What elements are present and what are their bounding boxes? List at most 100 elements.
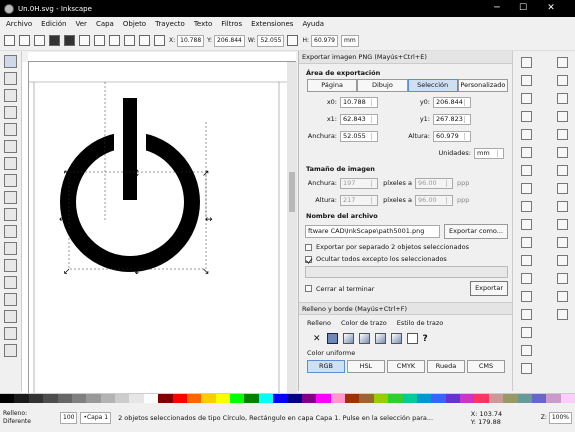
area-page-button[interactable]: Página — [307, 79, 358, 92]
bucket-tool-icon[interactable] — [4, 327, 17, 340]
raise-to-top-icon[interactable] — [109, 35, 120, 46]
pencil-tool-icon[interactable] — [4, 225, 17, 238]
flip-horizontal-icon[interactable] — [79, 35, 90, 46]
y0-field[interactable]: 206.844 — [433, 96, 471, 108]
export-icon[interactable] — [521, 147, 532, 158]
area-drawing-button[interactable]: Dibujo — [357, 79, 408, 92]
open-document-icon[interactable] — [521, 75, 532, 86]
copy-icon[interactable] — [521, 201, 532, 212]
color-mode-rgb[interactable]: RGB — [307, 360, 345, 373]
close-when-done-checkbox[interactable] — [305, 285, 312, 292]
unit-select[interactable]: mm — [341, 34, 359, 47]
zoom-tool-icon[interactable] — [4, 106, 17, 119]
snap-bbox-edge-icon[interactable] — [557, 93, 568, 104]
select-all-layers-icon[interactable] — [19, 35, 30, 46]
canvas-vertical-scrollbar[interactable] — [287, 62, 297, 400]
image-width-field[interactable]: 197 — [340, 177, 378, 189]
snap-center-icon[interactable] — [557, 237, 568, 248]
layer-select[interactable]: •Capa 1 — [80, 411, 112, 424]
snap-page-icon[interactable] — [557, 273, 568, 284]
lower-icon[interactable] — [139, 35, 150, 46]
rotate-ccw-icon[interactable] — [49, 35, 60, 46]
dpi-field[interactable]: 96.00 — [415, 177, 453, 189]
maximize-icon[interactable]: ☐ — [512, 0, 534, 17]
horizontal-ruler[interactable] — [28, 52, 296, 62]
export-panel-title[interactable]: Exportar imagen PNG (Mayús+Ctrl+E) — [299, 51, 512, 64]
rotate-cw-icon[interactable] — [64, 35, 75, 46]
area-selection-button[interactable]: Selección — [407, 79, 458, 92]
menu-objeto[interactable]: Objeto — [123, 20, 146, 28]
minimize-icon[interactable]: ─ — [486, 0, 508, 17]
opacity-field[interactable]: 100 — [60, 411, 78, 424]
import-icon[interactable] — [521, 129, 532, 140]
batch-export-checkbox[interactable] — [305, 243, 312, 251]
pattern-icon[interactable] — [390, 333, 402, 344]
x1-field[interactable]: 62.843 — [340, 113, 378, 125]
select-all-icon[interactable] — [4, 35, 15, 46]
pen-tool-icon[interactable] — [4, 242, 17, 255]
mesh-gradient-icon[interactable] — [374, 333, 386, 344]
menu-archivo[interactable]: Archivo — [6, 20, 32, 28]
rectangle-tool-icon[interactable] — [4, 140, 17, 153]
snap-smooth-icon[interactable] — [557, 201, 568, 212]
3d-box-tool-icon[interactable] — [4, 157, 17, 170]
snap-nodes-icon[interactable] — [557, 129, 568, 140]
spiral-tool-icon[interactable] — [4, 208, 17, 221]
h-field[interactable]: 60.979 — [311, 34, 338, 47]
snap-guide-icon[interactable] — [557, 309, 568, 320]
node-tool-icon[interactable] — [4, 72, 17, 85]
hide-others-checkbox[interactable] — [305, 255, 312, 263]
raise-icon[interactable] — [124, 35, 135, 46]
tab-fill[interactable]: Relleno — [307, 319, 331, 327]
selector-tool-icon[interactable] — [4, 55, 17, 68]
filename-input[interactable]: ftware CAD\InkScape\path5001.png — [305, 225, 441, 238]
zoom-drawing-icon[interactable] — [521, 255, 532, 266]
lock-icon[interactable] — [287, 35, 299, 46]
snap-intersections-icon[interactable] — [557, 165, 568, 176]
drawing-canvas[interactable]: ↖ ↕ ↗ ↙ ↕ ↘ ↔ ↔ — [29, 62, 287, 400]
w-field[interactable]: 52.055 — [257, 34, 285, 47]
snap-midpoint-icon[interactable] — [557, 219, 568, 230]
clone-icon[interactable] — [521, 291, 532, 302]
snap-rotation-center-icon[interactable] — [557, 255, 568, 266]
star-tool-icon[interactable] — [4, 191, 17, 204]
area-custom-button[interactable]: Personalizado — [457, 79, 508, 92]
deselect-icon[interactable] — [34, 35, 45, 46]
zoom-field[interactable]: 100% — [548, 411, 572, 424]
fill-stroke-panel-title[interactable]: Relleno y borde (Mayús+Ctrl+F) — [299, 302, 512, 315]
vertical-ruler[interactable] — [22, 62, 29, 402]
text-tool-icon[interactable] — [4, 276, 17, 289]
snap-enable-icon[interactable] — [557, 57, 568, 68]
dpi-field-2[interactable]: 96.00 — [415, 194, 453, 206]
snap-grid-icon[interactable] — [557, 291, 568, 302]
swatch-icon[interactable] — [406, 333, 418, 344]
eraser-tool-icon[interactable] — [4, 310, 17, 323]
fill-stroke-icon[interactable] — [521, 345, 532, 356]
radial-gradient-icon[interactable] — [358, 333, 370, 344]
lower-to-bottom-icon[interactable] — [154, 35, 165, 46]
units-select[interactable]: mm — [474, 147, 504, 159]
menu-ayuda[interactable]: Ayuda — [302, 20, 324, 28]
tweak-tool-icon[interactable] — [4, 89, 17, 102]
area-height-field[interactable]: 60.979 — [433, 130, 471, 142]
color-mode-wheel[interactable]: Rueda — [427, 360, 465, 373]
gradient-tool-icon[interactable] — [4, 344, 17, 357]
group-icon[interactable] — [521, 309, 532, 320]
spray-tool-icon[interactable] — [4, 293, 17, 306]
menu-trayecto[interactable]: Trayecto — [155, 20, 185, 28]
y-field[interactable]: 206.844 — [214, 34, 245, 47]
flat-color-icon[interactable] — [326, 333, 338, 344]
measure-tool-icon[interactable] — [4, 123, 17, 136]
print-icon[interactable] — [521, 111, 532, 122]
area-width-field[interactable]: 52.055 — [340, 130, 378, 142]
tab-stroke-style[interactable]: Estilo de trazo — [397, 319, 443, 327]
zoom-selection-icon[interactable] — [521, 237, 532, 248]
redo-icon[interactable] — [521, 183, 532, 194]
close-when-done-row[interactable]: Cerrar al terminar — [305, 285, 374, 293]
paste-icon[interactable] — [521, 219, 532, 230]
menu-texto[interactable]: Texto — [194, 20, 212, 28]
color-mode-cms[interactable]: CMS — [467, 360, 505, 373]
snap-bbox-icon[interactable] — [557, 75, 568, 86]
ellipse-tool-icon[interactable] — [4, 174, 17, 187]
x-field[interactable]: 10.788 — [177, 34, 205, 47]
